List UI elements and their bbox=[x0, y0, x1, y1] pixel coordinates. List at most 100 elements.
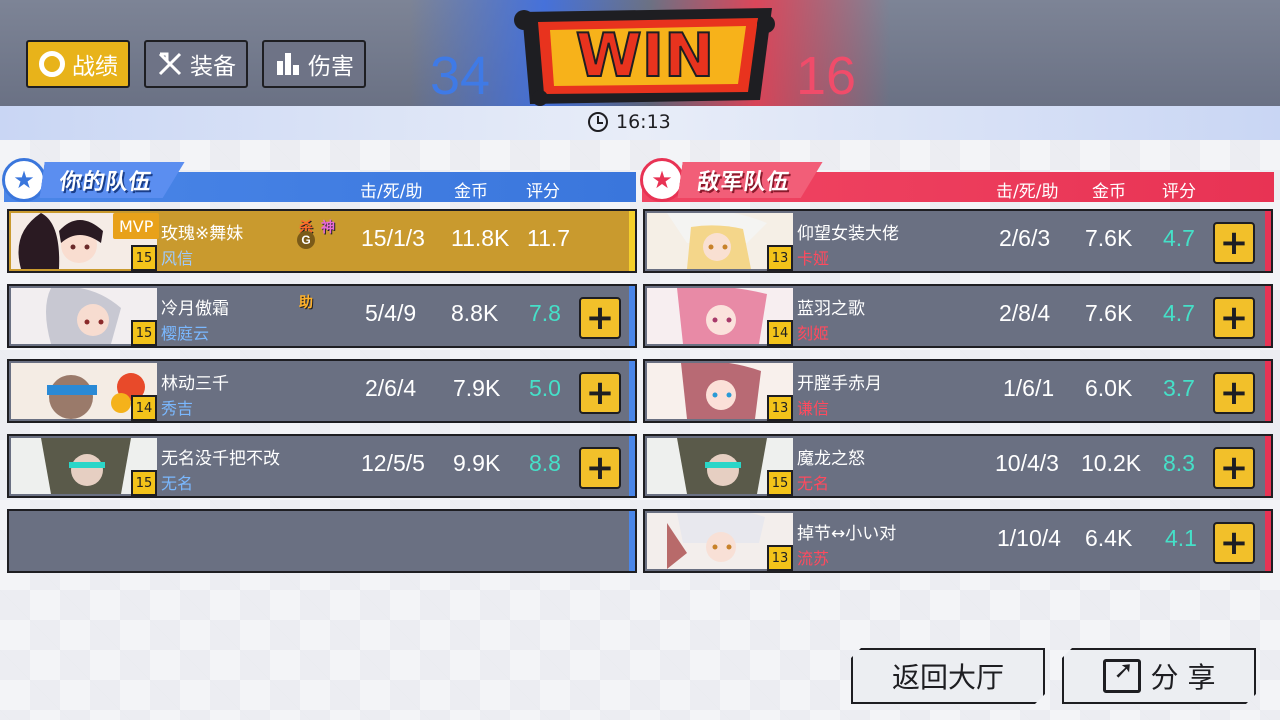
team-edge bbox=[1265, 286, 1271, 346]
hero-name: 无名 bbox=[797, 474, 830, 493]
tab-damage[interactable]: 伤害 bbox=[262, 40, 366, 88]
level-badge: 13 bbox=[767, 545, 793, 571]
return-lobby-button[interactable]: 返回大厅 bbox=[851, 648, 1045, 704]
level-badge: 13 bbox=[767, 395, 793, 421]
rating-value: 8.8 bbox=[529, 450, 561, 476]
red-team-score: 16 bbox=[796, 46, 857, 106]
enemy-team-badge: ★ 敌军队伍 bbox=[640, 158, 870, 202]
level-badge: 13 bbox=[767, 245, 793, 271]
add-friend-button[interactable]: + bbox=[1213, 222, 1255, 264]
team-edge bbox=[629, 361, 635, 421]
enemy-team-row[interactable]: 14 蓝羽之歌 刻姬 2/8/4 7.6K 4.7 + bbox=[643, 284, 1273, 348]
col-rating: 评分 bbox=[1162, 182, 1196, 202]
kda-value: 15/1/3 bbox=[361, 225, 425, 251]
gold-badge: G bbox=[297, 231, 315, 249]
tab-equipment[interactable]: 装备 bbox=[144, 40, 248, 88]
hero-name: 流苏 bbox=[797, 549, 830, 568]
assist-badge: 助 bbox=[299, 295, 313, 311]
star-icon: ★ bbox=[2, 158, 46, 202]
achievement-badges: 助 bbox=[297, 292, 315, 312]
level-badge: 15 bbox=[131, 470, 157, 496]
my-team-title: 你的队伍 bbox=[39, 162, 184, 198]
clock-icon bbox=[588, 112, 608, 132]
ring-icon bbox=[38, 50, 66, 78]
blue-team-score: 34 bbox=[430, 46, 491, 106]
gold-value: 7.6K bbox=[1085, 300, 1133, 326]
rating-value: 8.3 bbox=[1163, 450, 1195, 476]
bar-chart-icon bbox=[274, 50, 302, 78]
player-name: 林动三千 bbox=[161, 374, 229, 394]
gold-value: 6.4K bbox=[1085, 525, 1133, 551]
add-friend-button[interactable]: + bbox=[579, 297, 621, 339]
add-friend-button[interactable]: + bbox=[579, 447, 621, 489]
team-edge bbox=[629, 286, 635, 346]
player-name: 蓝羽之歌 bbox=[797, 299, 865, 319]
add-friend-button[interactable]: + bbox=[1213, 372, 1255, 414]
add-friend-button[interactable]: + bbox=[579, 372, 621, 414]
rating-value: 3.7 bbox=[1163, 375, 1195, 401]
gold-value: 7.9K bbox=[453, 375, 501, 401]
rating-value: 5.0 bbox=[529, 375, 561, 401]
tab-damage-label: 伤害 bbox=[308, 54, 354, 80]
achievement-badges: 杀 G 神 bbox=[297, 217, 337, 249]
enemy-team-row[interactable]: 13 掉节↔小い对 流苏 1/10/4 6.4K 4.1 + bbox=[643, 509, 1273, 573]
share-icon bbox=[1103, 659, 1141, 693]
add-friend-button[interactable]: + bbox=[1213, 447, 1255, 489]
col-kda: 击/死/助 bbox=[996, 182, 1059, 202]
gold-value: 8.8K bbox=[451, 300, 499, 326]
empty-slot-row bbox=[7, 509, 637, 573]
rating-value: 11.7 bbox=[527, 225, 571, 251]
team-edge bbox=[629, 211, 635, 271]
gold-value: 6.0K bbox=[1085, 375, 1133, 401]
enemy-team-header: ★ 敌军队伍 击/死/助 金币 评分 bbox=[640, 158, 1274, 202]
hero-name: 刻姬 bbox=[797, 324, 830, 343]
add-friend-button[interactable]: + bbox=[1213, 297, 1255, 339]
enemy-team-row[interactable]: 13 开膛手赤月 谦信 1/6/1 6.0K 3.7 + bbox=[643, 359, 1273, 423]
gold-value: 9.9K bbox=[453, 450, 501, 476]
gold-value: 10.2K bbox=[1081, 450, 1142, 476]
add-friend-button[interactable]: + bbox=[1213, 522, 1255, 564]
enemy-team-row[interactable]: 13 仰望女装大佬 卡娅 2/6/3 7.6K 4.7 + bbox=[643, 209, 1273, 273]
kda-value: 12/5/5 bbox=[361, 450, 425, 476]
gold-value: 11.8K bbox=[451, 225, 510, 251]
team-edge bbox=[1265, 361, 1271, 421]
level-badge: 14 bbox=[767, 320, 793, 346]
team-edge bbox=[1265, 511, 1271, 571]
player-name: 玫瑰※舞妹 bbox=[161, 224, 244, 244]
my-team-row[interactable]: 15 无名没千把不改 无名 12/5/5 9.9K 8.8 + bbox=[7, 434, 637, 498]
share-label: 分 享 bbox=[1150, 661, 1216, 694]
my-team-header: ★ 你的队伍 击/死/助 金币 评分 bbox=[2, 158, 636, 202]
level-badge: 15 bbox=[131, 245, 157, 271]
team-edge bbox=[629, 436, 635, 496]
equipment-icon bbox=[156, 50, 184, 78]
team-edge bbox=[1265, 211, 1271, 271]
kda-value: 2/8/4 bbox=[999, 300, 1051, 326]
my-team-row[interactable]: 14 林动三千 秀吉 2/6/4 7.9K 5.0 + bbox=[7, 359, 637, 423]
col-rating: 评分 bbox=[526, 182, 560, 202]
level-badge: 15 bbox=[767, 470, 793, 496]
kda-value: 2/6/4 bbox=[365, 375, 417, 401]
share-button[interactable]: 分 享 bbox=[1062, 648, 1256, 704]
tab-stats[interactable]: 战绩 bbox=[26, 40, 130, 88]
hero-name: 谦信 bbox=[797, 399, 830, 418]
player-name: 冷月傲霜 bbox=[161, 299, 229, 319]
hero-name: 风信 bbox=[161, 249, 194, 268]
level-badge: 14 bbox=[131, 395, 157, 421]
win-logo: WIN bbox=[514, 8, 775, 106]
player-name: 仰望女装大佬 bbox=[797, 224, 899, 244]
gold-value: 7.6K bbox=[1085, 225, 1133, 251]
kda-value: 10/4/3 bbox=[995, 450, 1059, 476]
kda-value: 1/6/1 bbox=[1003, 375, 1055, 401]
my-team-row[interactable]: 15 冷月傲霜 助 樱庭云 5/4/9 8.8K 7.8 + bbox=[7, 284, 637, 348]
rating-value: 7.8 bbox=[529, 300, 561, 326]
hero-name: 卡娅 bbox=[797, 249, 830, 268]
mvp-tag: MVP bbox=[113, 213, 160, 239]
player-name: 开膛手赤月 bbox=[797, 374, 882, 394]
rating-value: 4.7 bbox=[1163, 225, 1195, 251]
hero-name: 秀吉 bbox=[161, 399, 194, 418]
enemy-team-row[interactable]: 15 魔龙之怒 无名 10/4/3 10.2K 8.3 + bbox=[643, 434, 1273, 498]
player-name: 无名没千把不改 bbox=[161, 449, 280, 469]
col-kda: 击/死/助 bbox=[360, 182, 423, 202]
my-team-row[interactable]: MVP 15 玫瑰※舞妹 杀 G 神 风信 15/1/3 11.8K 11.7 bbox=[7, 209, 637, 273]
match-timer: 16:13 bbox=[588, 110, 671, 134]
